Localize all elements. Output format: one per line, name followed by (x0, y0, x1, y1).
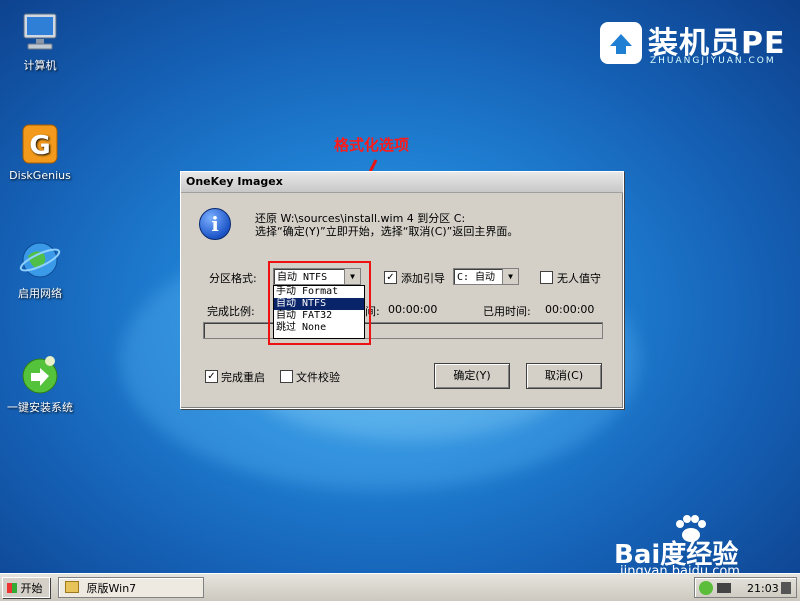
taskbar-item[interactable]: 原版Win7 (58, 577, 204, 598)
tray-clock: 21:03 (747, 582, 779, 595)
boot-partition-value: C: 自动 (457, 272, 496, 283)
start-label: 开始 (20, 582, 43, 595)
format-label: 分区格式: (209, 272, 257, 285)
info-icon: i (199, 208, 231, 240)
desktop-icon-label: 计算机 (23, 59, 57, 72)
message-line-1: 还原 W:\sources\install.wim 4 到分区 C: (255, 212, 466, 225)
diskgenius-icon: G (18, 122, 62, 166)
start-button[interactable]: 开始 (2, 577, 50, 598)
unattended-label: 无人值守 (557, 272, 601, 285)
tray-app-icon[interactable] (699, 581, 713, 595)
tray-volume-icon[interactable] (781, 582, 791, 594)
onekey-imagex-dialog: OneKey Imagex i 还原 W:\sources\install.wi… (180, 171, 624, 409)
elapsed-time-value: 00:00:00 (545, 303, 595, 316)
highlight-box (268, 261, 371, 345)
brand-logo: 装机员PE ZHUANGJIYUAN.COM (596, 18, 796, 76)
desktop-icon-network[interactable]: 启用网络 (0, 238, 80, 301)
annotation-label: 格式化选项 (334, 136, 410, 154)
desktop-icon-install[interactable]: 一键安装系统 (0, 352, 80, 415)
taskbar: 开始 原版Win7 21:03 (0, 573, 800, 601)
ok-button[interactable]: 确定(Y) (434, 363, 510, 389)
unattended-checkbox[interactable] (540, 271, 553, 284)
remaining-time-value: 00:00:00 (388, 303, 438, 316)
verify-checkbox[interactable] (280, 370, 293, 383)
install-system-icon (18, 352, 62, 396)
verify-label: 文件校验 (296, 371, 340, 384)
elapsed-time-label: 已用时间: (483, 305, 531, 318)
network-globe-icon (18, 238, 62, 282)
desktop: 计算机 G DiskGenius 启用网络 一键安装系统 装机员PE ZHUAN… (0, 0, 800, 601)
computer-icon (18, 10, 62, 54)
folder-icon (65, 581, 79, 593)
dialog-message: 还原 W:\sources\install.wim 4 到分区 C: 选择“确定… (255, 212, 518, 238)
message-line-2: 选择“确定(Y)”立即开始，选择“取消(C)”返回主界面。 (255, 225, 519, 238)
desktop-icon-diskgenius[interactable]: G DiskGenius (0, 122, 80, 182)
dialog-title: OneKey Imagex (181, 172, 623, 193)
reboot-checkbox[interactable]: ✓ (205, 370, 218, 383)
tray-network-icon[interactable] (717, 583, 731, 593)
reboot-label: 完成重启 (221, 371, 265, 384)
system-tray: 21:03 (694, 577, 797, 598)
progress-bar (203, 322, 603, 339)
windows-logo-icon (7, 583, 17, 593)
add-boot-label: 添加引导 (401, 272, 445, 285)
add-boot-checkbox[interactable]: ✓ (384, 271, 397, 284)
desktop-icon-computer[interactable]: 计算机 (0, 10, 80, 73)
desktop-icon-label: DiskGenius (9, 169, 71, 182)
svg-text:G: G (29, 131, 50, 161)
cancel-button[interactable]: 取消(C) (526, 363, 602, 389)
boot-partition-select[interactable]: C: 自动 ▼ (453, 268, 519, 285)
chevron-down-icon[interactable]: ▼ (502, 269, 518, 284)
logo-badge-icon (600, 22, 642, 64)
progress-label: 完成比例: (207, 305, 255, 318)
desktop-icon-label: 启用网络 (18, 287, 62, 300)
taskbar-item-label: 原版Win7 (86, 582, 137, 595)
logo-subtitle: ZHUANGJIYUAN.COM (650, 56, 776, 66)
desktop-icon-label: 一键安装系统 (7, 401, 73, 414)
